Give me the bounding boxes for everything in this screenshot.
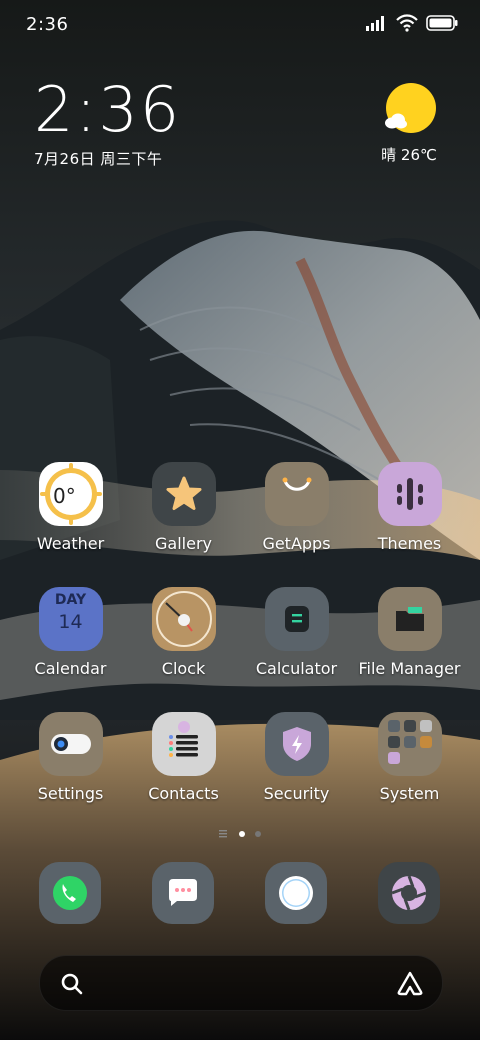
getapps-bag-icon [264,462,329,526]
app-system[interactable]: System [353,712,466,803]
weather-icon-badge: 0° [53,484,76,508]
app-weather[interactable]: 0° Weather [14,462,127,553]
app-label: System [379,784,440,803]
status-bar: 2:36 [0,0,480,50]
settings-toggle-icon [38,712,103,776]
contacts-icon [151,712,216,776]
app-calculator[interactable]: Calculator [240,587,353,678]
weather-widget[interactable]: 晴 26℃ [374,82,444,165]
app-label: Gallery [155,534,212,553]
app-settings[interactable]: Settings [14,712,127,803]
gallery-star-icon [151,462,216,526]
app-security[interactable]: Security [240,712,353,803]
phone-icon[interactable] [39,862,101,924]
status-icons [366,14,458,32]
wifi-icon [396,14,418,32]
search-bar[interactable] [39,955,443,1011]
app-label: Contacts [148,784,219,803]
camera-icon[interactable] [378,862,440,924]
themes-brush-icon [377,462,442,526]
system-folder-icon [377,712,442,776]
app-calendar[interactable]: DAY 14 Calendar [14,587,127,678]
app-label: Themes [377,534,442,553]
clock-icon [151,587,216,651]
app-label: Clock [161,659,206,678]
search-icon[interactable] [60,972,84,996]
sun-cloud-icon [385,83,436,133]
app-label: Calendar [34,659,107,678]
weather-icon: 0° [38,462,103,526]
status-time: 2:36 [26,14,69,35]
page-dot[interactable] [255,831,261,837]
app-label: GetApps [262,534,331,553]
clock-widget-time: 2:36 [34,73,182,146]
weather-widget-temperature: 晴 26℃ [381,146,437,164]
app-label: Settings [37,784,104,803]
calendar-day-number: 14 [58,611,83,633]
app-clock[interactable]: Clock [127,587,240,678]
app-contacts[interactable]: Contacts [127,712,240,803]
calendar-day-label: DAY [54,592,87,608]
assistant-icon[interactable] [396,970,424,996]
menu-lines-icon[interactable] [219,830,229,838]
page-dot-active[interactable] [239,831,245,837]
app-gallery[interactable]: Gallery [127,462,240,553]
app-file-manager[interactable]: File Manager [353,587,466,678]
app-label: Security [263,784,330,803]
calendar-icon: DAY 14 [38,587,103,651]
app-themes[interactable]: Themes [353,462,466,553]
app-label: Calculator [255,659,338,678]
page-indicator [0,830,480,838]
calculator-icon [264,587,329,651]
app-label: Weather [36,534,105,553]
clock-widget[interactable]: 2:36 7月26日 周三下午 [34,78,181,169]
browser-icon[interactable] [265,862,327,924]
messages-icon[interactable] [152,862,214,924]
app-getapps[interactable]: GetApps [240,462,353,553]
clock-widget-date: 7月26日 周三下午 [34,150,163,168]
signal-icon [366,16,384,31]
security-shield-icon [264,712,329,776]
folder-icon [377,587,442,651]
app-label: File Manager [358,659,461,678]
battery-icon [426,15,458,31]
